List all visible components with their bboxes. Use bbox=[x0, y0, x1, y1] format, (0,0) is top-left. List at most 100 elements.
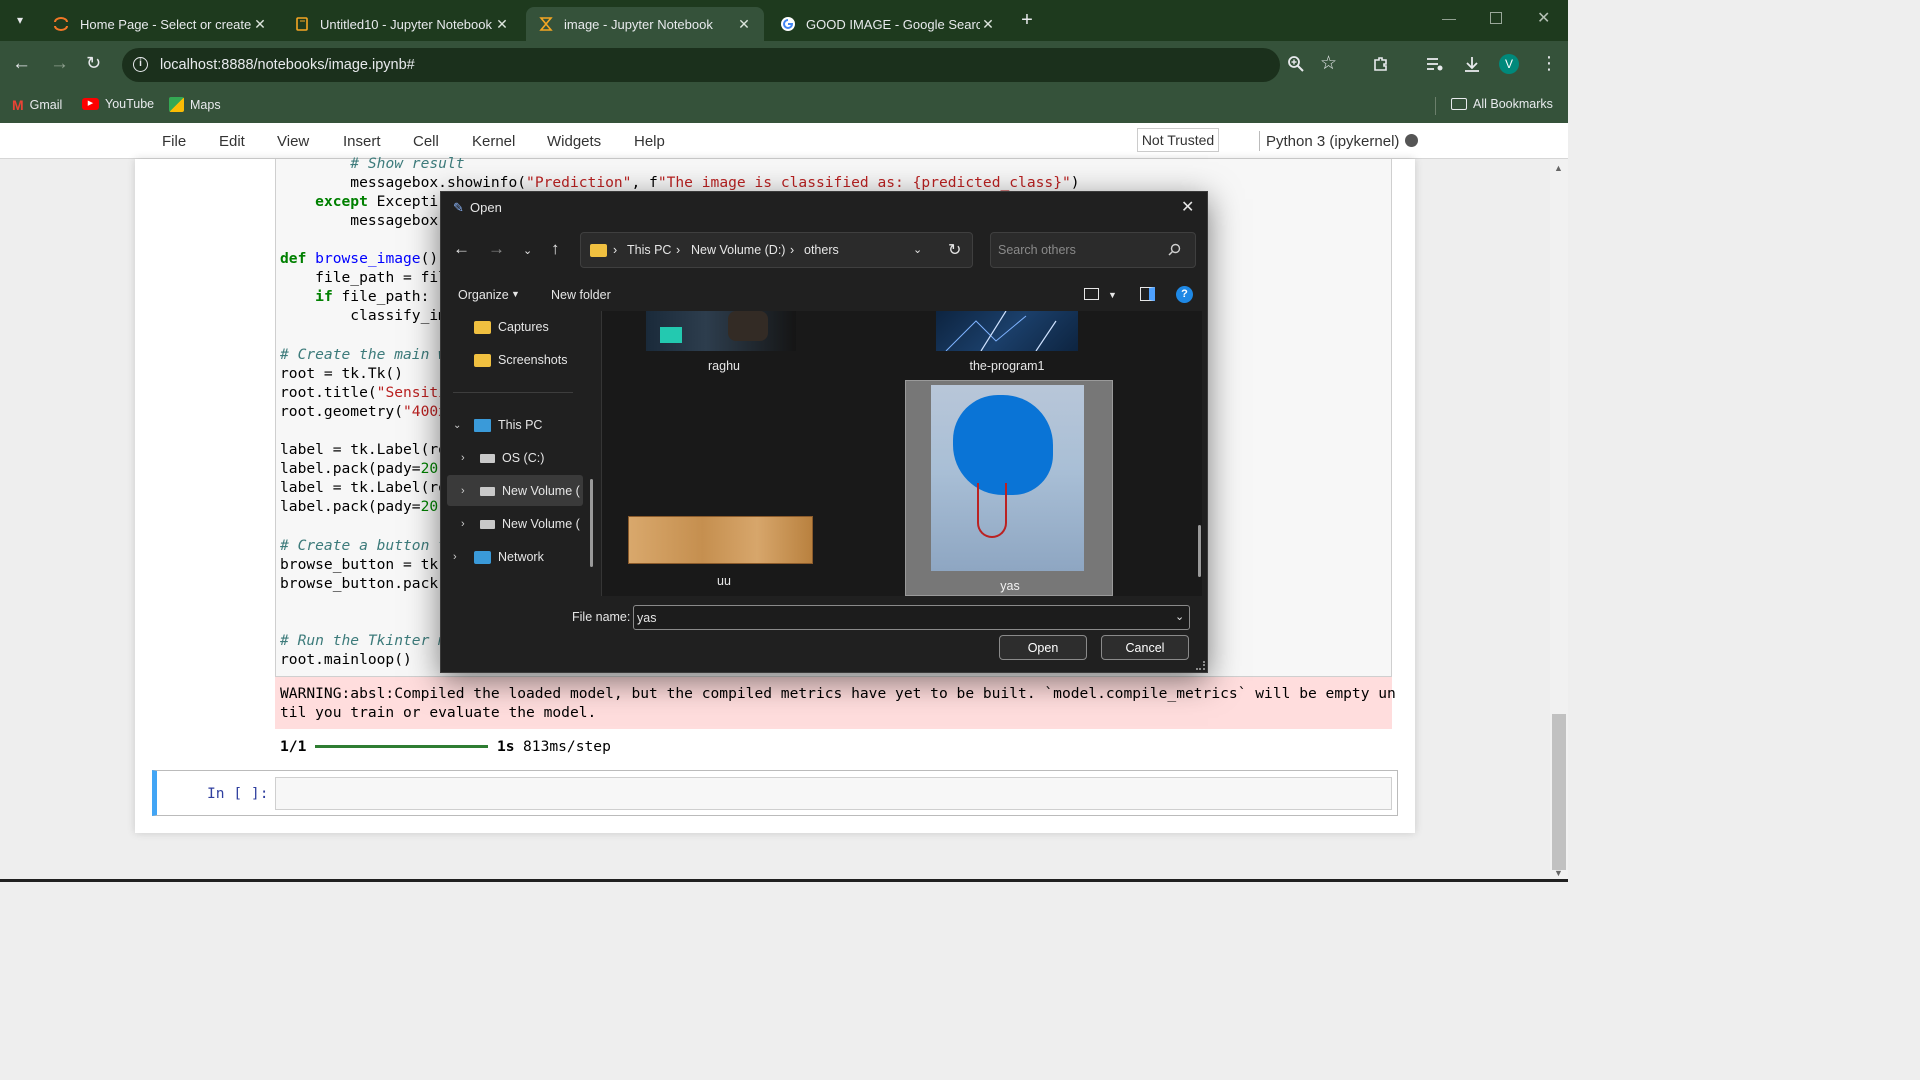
file-thumbnail bbox=[936, 311, 1078, 351]
dialog-back-button[interactable]: ← bbox=[453, 239, 470, 259]
search-placeholder: Search others bbox=[998, 243, 1076, 257]
nav-item-captures[interactable]: Captures bbox=[474, 312, 549, 342]
cell-prompt: In [ ]: bbox=[207, 785, 269, 802]
chevron-down-icon: ⌄ bbox=[523, 245, 533, 257]
view-dropdown-icon[interactable]: ▼ bbox=[1108, 290, 1117, 300]
menu-help[interactable]: Help bbox=[634, 133, 665, 150]
bookmark-label: YouTube bbox=[105, 97, 155, 111]
code-line: messagebox. bbox=[350, 212, 447, 229]
progress-bar-fill bbox=[315, 745, 488, 748]
file-item-raghu[interactable]: raghu bbox=[624, 311, 824, 373]
forward-button[interactable]: → bbox=[50, 54, 72, 76]
file-name: the-program1 bbox=[969, 359, 1045, 373]
menu-kernel[interactable]: Kernel bbox=[472, 133, 515, 150]
dialog-recent-button[interactable]: ⌄ bbox=[523, 244, 532, 257]
breadcrumb-dropdown-icon[interactable]: ⌄ bbox=[913, 243, 922, 256]
file-item-yas[interactable]: yas bbox=[905, 380, 1113, 596]
file-thumbnail bbox=[628, 516, 813, 564]
tab-untitled10[interactable]: Untitled10 - Jupyter Notebook ✕ bbox=[282, 7, 522, 41]
file-item-the-program1[interactable]: the-program1 bbox=[907, 311, 1107, 373]
arrow-right-icon: → bbox=[488, 239, 505, 258]
search-icon bbox=[1168, 243, 1181, 256]
back-button[interactable]: ← bbox=[12, 54, 34, 76]
close-window-button[interactable]: ✕ bbox=[1537, 8, 1550, 28]
file-name-input[interactable] bbox=[633, 605, 1190, 630]
nav-item-network[interactable]: › Network bbox=[453, 542, 544, 572]
menu-widgets[interactable]: Widgets bbox=[547, 133, 601, 150]
restore-button[interactable] bbox=[1490, 12, 1502, 24]
breadcrumb-item-others[interactable]: others bbox=[804, 243, 839, 257]
code-line: label = tk.Label(ro bbox=[280, 441, 447, 458]
close-tab-icon[interactable]: ✕ bbox=[252, 16, 268, 33]
bookmark-star-icon[interactable]: ☆ bbox=[1320, 52, 1337, 75]
file-list-scrollbar[interactable] bbox=[1198, 525, 1201, 577]
menu-view[interactable]: View bbox=[277, 133, 309, 150]
cell-input[interactable] bbox=[275, 777, 1392, 810]
nav-item-new-volume-e[interactable]: › New Volume ( bbox=[461, 509, 583, 539]
reload-button[interactable]: ↻ bbox=[86, 53, 108, 75]
breadcrumb-item-volume[interactable]: New Volume (D:) bbox=[691, 243, 785, 257]
help-icon[interactable]: ? bbox=[1176, 286, 1193, 303]
new-tab-button[interactable]: + bbox=[1014, 8, 1040, 34]
nav-item-new-volume-d[interactable]: › New Volume ( bbox=[461, 476, 583, 506]
close-tab-icon[interactable]: ✕ bbox=[980, 16, 996, 33]
zoom-icon[interactable] bbox=[1287, 55, 1305, 73]
scroll-up-arrow[interactable]: ▲ bbox=[1554, 163, 1563, 173]
close-tab-icon[interactable]: ✕ bbox=[494, 16, 510, 33]
menu-cell[interactable]: Cell bbox=[413, 133, 439, 150]
resize-grip-icon[interactable] bbox=[1196, 661, 1205, 670]
tab-title: GOOD IMAGE - Google Search bbox=[806, 16, 980, 32]
minimize-button[interactable]: — bbox=[1442, 10, 1456, 26]
nav-item-os-c[interactable]: › OS (C:) bbox=[461, 443, 544, 473]
all-bookmarks-button[interactable]: All Bookmarks bbox=[1451, 97, 1553, 111]
jupyter-logo-icon bbox=[54, 17, 68, 31]
file-name: raghu bbox=[708, 359, 740, 373]
downloads-icon[interactable] bbox=[1463, 55, 1481, 73]
tab-list-button[interactable]: ▾ bbox=[8, 8, 32, 32]
not-trusted-badge[interactable]: Not Trusted bbox=[1137, 128, 1219, 152]
cancel-button[interactable]: Cancel bbox=[1101, 635, 1189, 660]
tab-title: Home Page - Select or create a bbox=[80, 16, 252, 32]
close-tab-icon[interactable]: ✕ bbox=[736, 16, 752, 33]
site-info-icon[interactable]: i bbox=[133, 57, 148, 72]
extensions-icon[interactable] bbox=[1372, 55, 1390, 73]
nav-pane-scrollbar[interactable] bbox=[590, 479, 593, 567]
code-line: # Show result bbox=[350, 155, 465, 172]
menu-edit[interactable]: Edit bbox=[219, 133, 245, 150]
file-name-dropdown-icon[interactable]: ⌄ bbox=[1175, 610, 1184, 623]
new-folder-button[interactable]: New folder bbox=[551, 288, 611, 302]
dialog-title-icon: ✎ bbox=[453, 200, 464, 215]
bookmark-gmail[interactable]: M Gmail bbox=[12, 97, 62, 113]
scroll-down-arrow[interactable]: ▼ bbox=[1554, 868, 1563, 878]
tab-google-search[interactable]: GOOD IMAGE - Google Search ✕ bbox=[768, 7, 1008, 41]
refresh-icon[interactable]: ↻ bbox=[948, 240, 961, 260]
hourglass-icon bbox=[539, 17, 553, 31]
menu-insert[interactable]: Insert bbox=[343, 133, 381, 150]
url-text: localhost:8888/notebooks/image.ipynb# bbox=[160, 57, 415, 73]
preview-pane-icon[interactable] bbox=[1140, 287, 1155, 301]
nav-item-this-pc[interactable]: ⌄ This PC bbox=[453, 410, 542, 440]
nav-item-screenshots[interactable]: Screenshots bbox=[474, 345, 567, 375]
address-bar[interactable]: localhost:8888/notebooks/image.ipynb# bbox=[122, 48, 1280, 82]
tab-image-notebook[interactable]: image - Jupyter Notebook ✕ bbox=[526, 7, 764, 41]
dialog-forward-button[interactable]: → bbox=[488, 239, 505, 259]
breadcrumb-item-this-pc[interactable]: This PC bbox=[627, 243, 671, 257]
profile-avatar[interactable]: V bbox=[1499, 54, 1519, 74]
view-options-icon[interactable] bbox=[1084, 288, 1099, 300]
browser-menu-icon[interactable]: ⋮ bbox=[1540, 53, 1558, 73]
scroll-thumb[interactable] bbox=[1552, 714, 1566, 870]
file-item-uu[interactable]: uu bbox=[624, 516, 824, 596]
code-line: label.pack(pady=20) bbox=[280, 498, 447, 515]
bookmark-maps[interactable]: Maps bbox=[169, 97, 221, 112]
organize-button[interactable]: Organize bbox=[458, 288, 509, 302]
bookmarks-bar: M Gmail ▶ YouTube Maps All Bookmarks bbox=[0, 88, 1568, 123]
dialog-up-button[interactable]: ↑ bbox=[551, 239, 560, 259]
dialog-close-button[interactable]: ✕ bbox=[1181, 197, 1194, 217]
menu-file[interactable]: File bbox=[162, 133, 186, 150]
open-button[interactable]: Open bbox=[999, 635, 1087, 660]
media-controls-icon[interactable] bbox=[1426, 57, 1444, 71]
reload-icon: ↻ bbox=[86, 53, 102, 73]
code-line: label.pack(pady=20) bbox=[280, 460, 447, 477]
tab-home[interactable]: Home Page - Select or create a ✕ bbox=[40, 7, 280, 41]
bookmark-youtube[interactable]: ▶ YouTube bbox=[82, 97, 154, 111]
